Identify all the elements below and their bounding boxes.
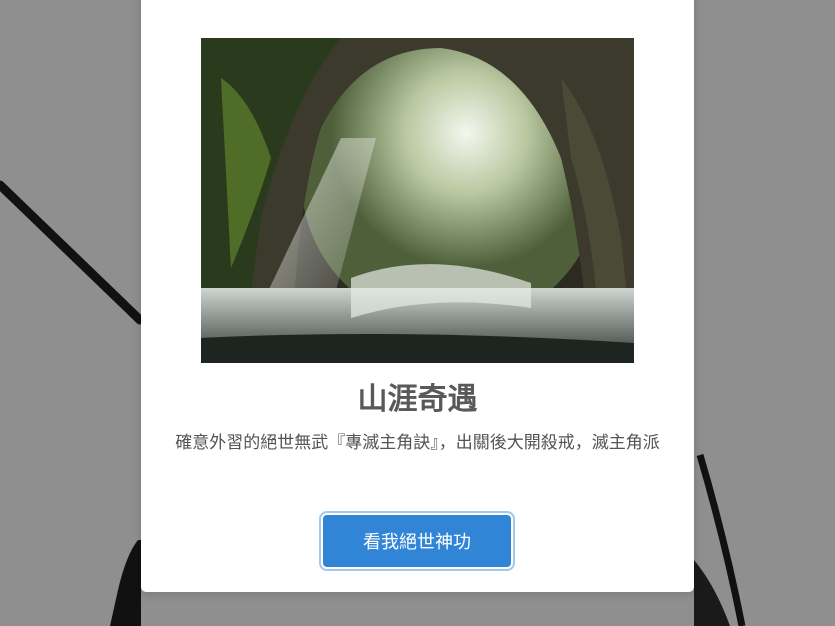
confirm-button[interactable]: 看我絕世神功 (323, 515, 511, 567)
modal-text: 確意外習的絕世無武『專滅主角訣』，出關後大開殺戒，滅主角派 (175, 433, 660, 453)
cave-waterfall-photo-icon (201, 38, 634, 363)
alert-modal: 山涯奇遇 確意外習的絕世無武『專滅主角訣』，出關後大開殺戒，滅主角派 看我絕世神… (141, 0, 694, 592)
modal-image (201, 38, 634, 363)
modal-title: 山涯奇遇 (357, 382, 478, 417)
